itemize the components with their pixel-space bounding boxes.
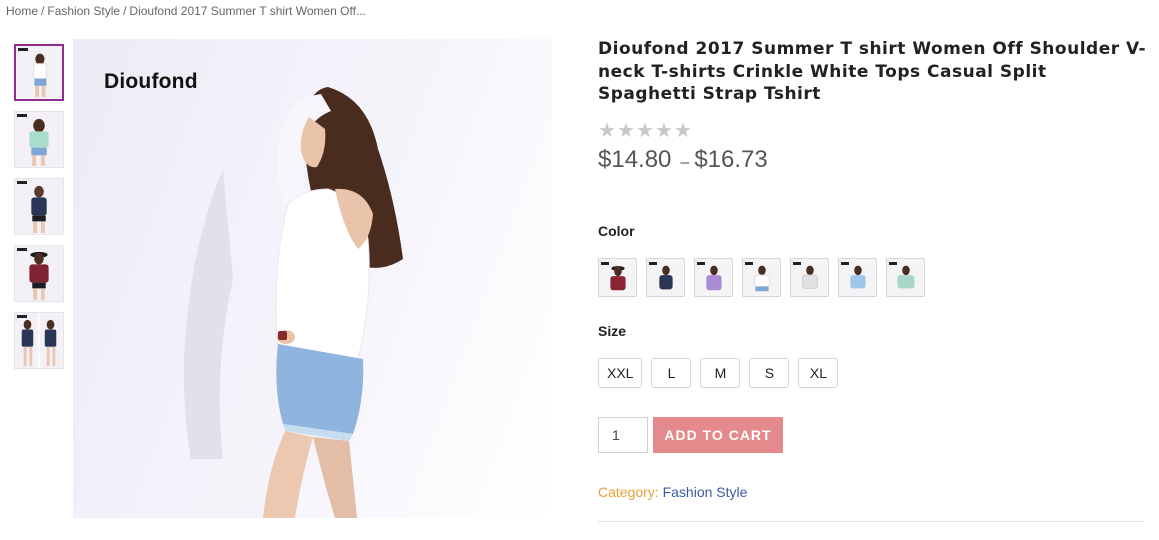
color-swatch-list	[598, 258, 925, 297]
thumbnail-4[interactable]	[14, 245, 64, 302]
price-separator: –	[680, 153, 690, 171]
main-product-image[interactable]: Dioufond	[73, 39, 552, 518]
price-range: $14.80 – $16.73	[598, 146, 1146, 174]
quantity-input[interactable]	[598, 417, 648, 453]
add-to-cart-button[interactable]: ADD TO CART	[653, 417, 783, 453]
swatch-image	[753, 265, 771, 292]
breadcrumb-separator: /	[41, 4, 45, 18]
brand-watermark: Dioufond	[104, 70, 198, 93]
swatch-image	[897, 265, 915, 289]
price-low: $14.80	[598, 145, 672, 173]
rating-stars: ★ ★ ★ ★ ★	[598, 117, 1146, 142]
breadcrumb-separator: /	[123, 4, 127, 18]
thumbnail-image	[29, 118, 49, 166]
thumbnail-5[interactable]	[14, 312, 64, 369]
category-label: Category:	[598, 484, 659, 500]
thumbnail-3[interactable]	[14, 178, 64, 235]
color-swatch-white[interactable]	[742, 258, 781, 297]
thumbnail-list	[14, 44, 64, 379]
swatch-image	[706, 265, 722, 291]
color-swatch-light-grey[interactable]	[790, 258, 829, 297]
thumbnail-image	[31, 185, 47, 233]
breadcrumb-current: Dioufond 2017 Summer T shirt Women Off..…	[129, 4, 366, 18]
add-to-cart-form: ADD TO CART	[598, 417, 783, 453]
star-empty-icon: ★	[655, 117, 673, 142]
thumbnail-image	[29, 251, 49, 300]
star-empty-icon: ★	[617, 117, 635, 142]
color-label: Color	[598, 223, 635, 239]
price-high: $16.73	[694, 145, 768, 173]
swatch-image	[850, 265, 866, 289]
color-swatch-light-blue[interactable]	[838, 258, 877, 297]
star-empty-icon: ★	[674, 117, 692, 142]
thumbnail-image	[33, 53, 47, 97]
product-title: Dioufond 2017 Summer T shirt Women Off S…	[598, 39, 1146, 104]
product-category: Category: Fashion Style	[598, 484, 747, 500]
size-option-list: XXL L M S XL	[598, 358, 839, 388]
star-empty-icon: ★	[598, 117, 616, 142]
divider	[598, 521, 1144, 522]
color-swatch-wine[interactable]	[598, 258, 637, 297]
category-link[interactable]: Fashion Style	[663, 484, 748, 500]
color-swatch-navy[interactable]	[646, 258, 685, 297]
size-option-s[interactable]: S	[749, 358, 790, 388]
size-option-m[interactable]: M	[700, 358, 741, 388]
product-info: Dioufond 2017 Summer T shirt Women Off S…	[598, 38, 1146, 522]
breadcrumb: Home / Fashion Style / Dioufond 2017 Summer …	[6, 4, 366, 18]
thumbnail-image	[21, 313, 57, 368]
star-empty-icon: ★	[636, 117, 654, 142]
model-illustration	[183, 87, 403, 518]
swatch-image	[801, 265, 819, 289]
thumbnail-1[interactable]	[14, 44, 64, 101]
size-label: Size	[598, 323, 627, 339]
breadcrumb-home-link[interactable]: Home	[6, 4, 38, 18]
color-swatch-mint[interactable]	[886, 258, 925, 297]
thumbnail-2[interactable]	[14, 111, 64, 168]
size-option-xl[interactable]: XL	[798, 358, 839, 388]
swatch-image	[610, 266, 626, 291]
breadcrumb-category-link[interactable]: Fashion Style	[47, 4, 120, 18]
color-swatch-purple[interactable]	[694, 258, 733, 297]
swatch-image	[659, 265, 673, 290]
size-option-xxl[interactable]: XXL	[598, 358, 643, 388]
size-option-l[interactable]: L	[651, 358, 692, 388]
